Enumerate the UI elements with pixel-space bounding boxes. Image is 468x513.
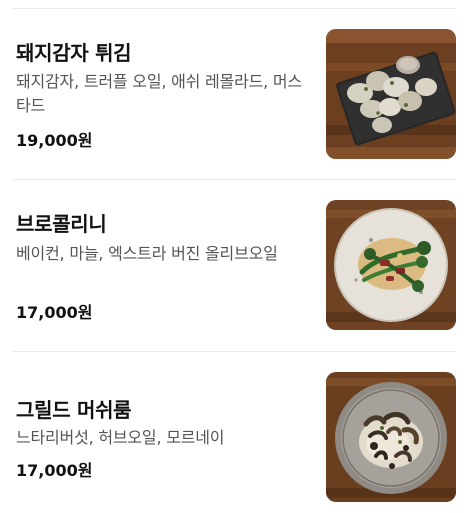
menu-item[interactable]: 브로콜리니 베이컨, 마늘, 엑스트라 버진 올리브오일 17,000원	[0, 180, 468, 350]
menu-item[interactable]: 그릴드 머쉬룸 느타리버섯, 허브오일, 모르네이 17,000원	[0, 352, 468, 513]
broccolini-dish-photo[interactable]	[326, 200, 456, 330]
menu-item-price: 19,000원	[16, 131, 93, 150]
menu-list: 돼지감자 튀김 돼지감자, 트러플 오일, 애쉬 레몰라드, 머스타드 19,0…	[0, 0, 468, 513]
menu-item-description: 느타리버섯, 허브오일, 모르네이	[16, 428, 225, 447]
menu-item-description: 돼지감자, 트러플 오일, 애쉬 레몰라드, 머스타드	[16, 72, 302, 115]
menu-item-description: 베이컨, 마늘, 엑스트라 버진 올리브오일	[16, 244, 278, 263]
fried-sunchoke-dish-photo[interactable]	[326, 29, 456, 159]
dish-photo-graphic	[326, 200, 456, 330]
menu-item-name: 돼지감자 튀김	[16, 41, 132, 65]
menu-item-price: 17,000원	[16, 461, 93, 480]
dish-photo-graphic	[326, 29, 456, 159]
grilled-mushroom-dish-photo[interactable]	[326, 372, 456, 502]
menu-item-price: 17,000원	[16, 303, 93, 322]
dish-photo-graphic	[326, 372, 456, 502]
menu-item-name: 브로콜리니	[16, 212, 107, 236]
menu-item[interactable]: 돼지감자 튀김 돼지감자, 트러플 오일, 애쉬 레몰라드, 머스타드 19,0…	[0, 9, 468, 179]
menu-item-name: 그릴드 머쉬룸	[16, 398, 132, 422]
